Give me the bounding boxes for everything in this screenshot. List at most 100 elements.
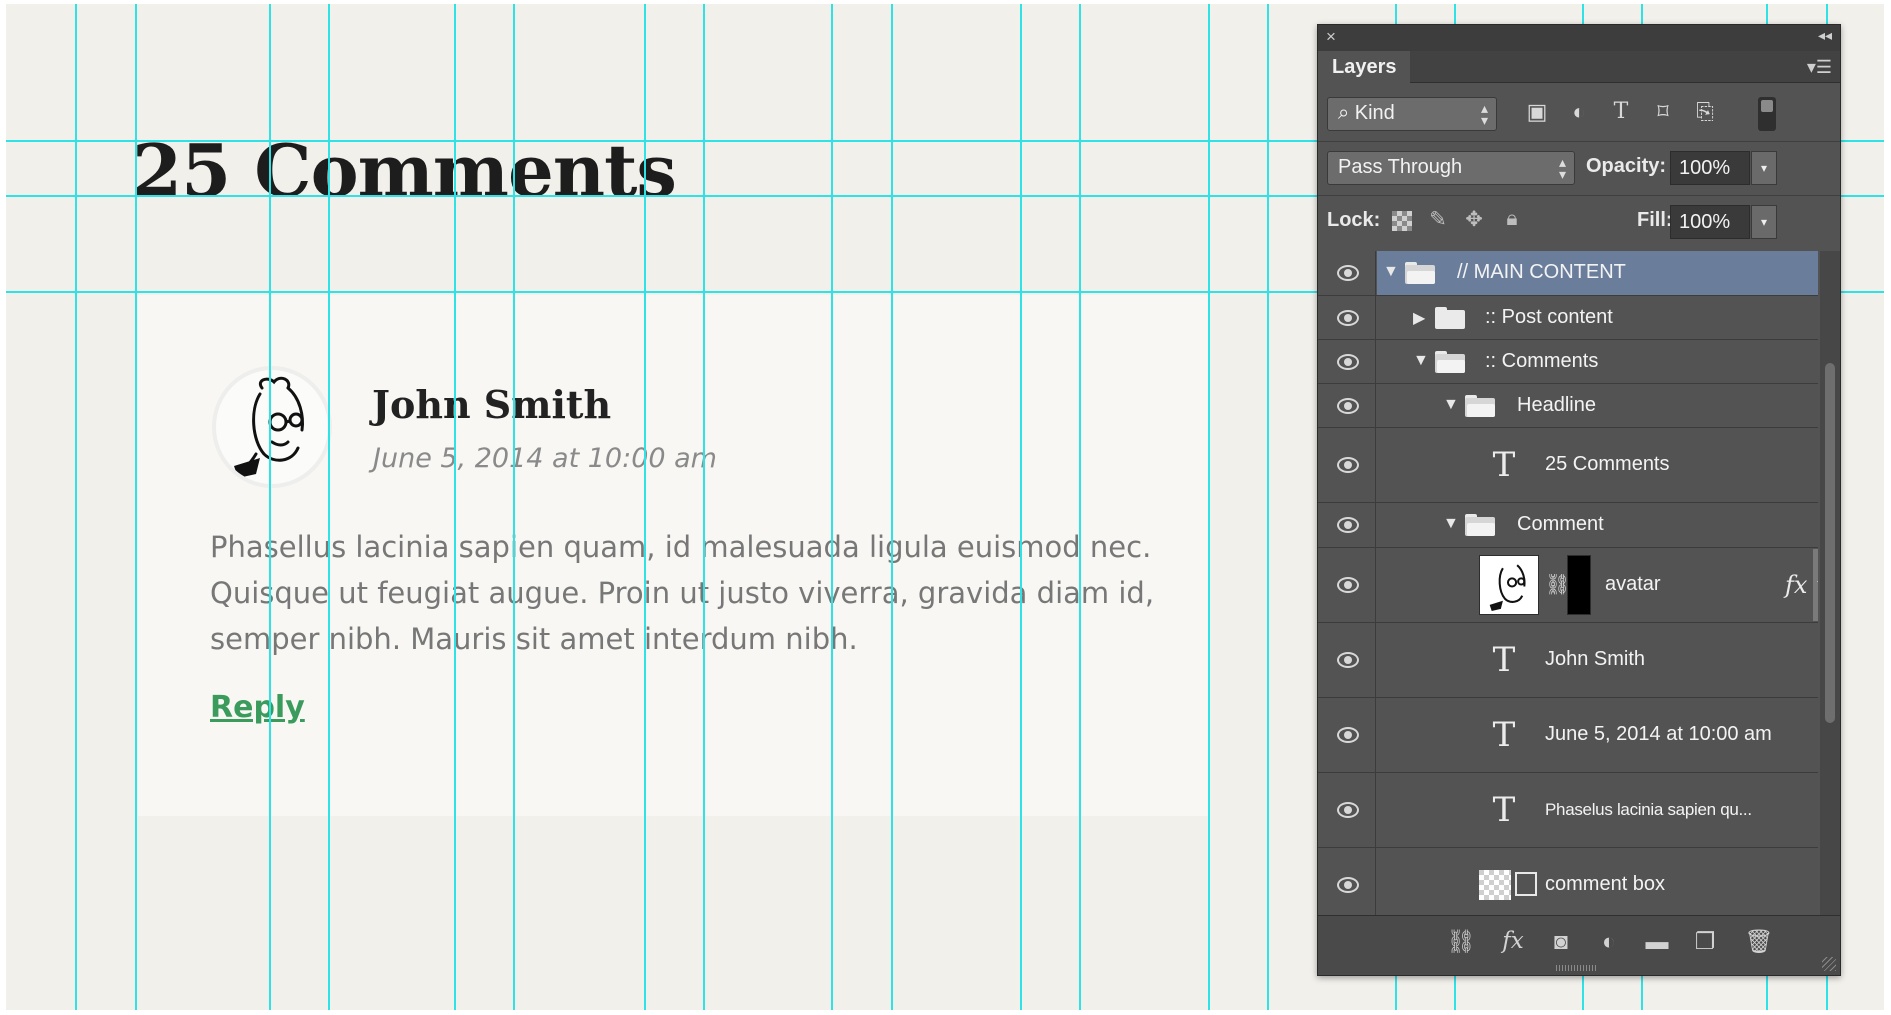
visibility-toggle[interactable] — [1318, 340, 1376, 383]
eye-icon — [1337, 577, 1359, 593]
layer-row-comment[interactable]: ▼ Comment — [1318, 503, 1818, 548]
layer-name-cell[interactable]: T June 5, 2014 at 10:00 am — [1377, 698, 1818, 772]
reply-link[interactable]: Reply — [210, 690, 305, 725]
vertical-guide[interactable] — [75, 4, 77, 1010]
eye-icon — [1337, 309, 1359, 326]
layer-row-main-content[interactable]: ▼ // MAIN CONTENT — [1318, 251, 1818, 296]
layer-name-cell[interactable]: T John Smith — [1377, 623, 1818, 697]
resize-corner-icon[interactable] — [1822, 957, 1836, 971]
kind-filter-select[interactable]: ⌕ Kind ▴ ▾ — [1327, 97, 1497, 131]
visibility-toggle[interactable] — [1318, 251, 1376, 295]
fill-input[interactable]: 100% — [1670, 205, 1750, 239]
shape-filter-icon[interactable]: ⌑ — [1646, 99, 1680, 131]
lock-all-icon[interactable]: 🔒︎ — [1498, 207, 1526, 235]
visibility-toggle[interactable] — [1318, 428, 1376, 502]
vertical-guide[interactable] — [513, 4, 515, 1010]
layers-panel[interactable]: × ◂◂ Layers ▾☰ ⌕ Kind ▴ ▾ ▣ ◐ T ⌑ ⎘ Pass … — [1317, 24, 1841, 976]
layer-name-cell[interactable]: ⛓ avatar fx — [1377, 548, 1818, 622]
layer-name-cell[interactable]: ▼ :: Comments — [1377, 340, 1818, 383]
expand-triangle-icon[interactable]: ▼ — [1413, 352, 1429, 370]
layer-row-avatar[interactable]: ⛓ avatar fx — [1318, 548, 1818, 623]
vertical-guide[interactable] — [703, 4, 705, 1010]
panel-tab-row: Layers ▾☰ — [1318, 51, 1840, 84]
new-adjustment-icon[interactable]: ◐ — [1592, 928, 1626, 958]
fill-dropdown-button[interactable]: ▾ — [1751, 205, 1777, 239]
new-layer-icon[interactable]: ❐ — [1688, 928, 1722, 958]
layer-row-date[interactable]: T June 5, 2014 at 10:00 am — [1318, 698, 1818, 773]
layer-name-cell[interactable]: ▼ Comment — [1377, 503, 1818, 547]
layer-row-comment-box[interactable]: comment box — [1318, 848, 1818, 915]
folder-open-icon — [1405, 262, 1435, 284]
visibility-toggle[interactable] — [1318, 773, 1376, 847]
panel-resize-grip[interactable] — [1556, 965, 1596, 971]
vertical-guide[interactable] — [891, 4, 893, 1010]
vertical-guide[interactable] — [1020, 4, 1022, 1010]
type-layer-icon: T — [1492, 790, 1516, 830]
type-filter-icon[interactable]: T — [1604, 99, 1638, 131]
lock-image-pixels-icon[interactable]: ✎ — [1424, 207, 1452, 235]
scrollbar-thumb[interactable] — [1825, 363, 1835, 723]
layer-name-cell[interactable]: T Phaselus lacinia sapien qu... — [1377, 773, 1818, 847]
lock-position-icon[interactable]: ✥ — [1460, 207, 1488, 235]
eye-icon — [1337, 652, 1359, 668]
layers-scrollbar[interactable] — [1820, 251, 1840, 915]
folder-open-icon — [1465, 514, 1495, 536]
vertical-guide[interactable] — [831, 4, 833, 1010]
vertical-guide[interactable] — [454, 4, 456, 1010]
vertical-guide[interactable] — [1208, 4, 1210, 1010]
visibility-toggle[interactable] — [1318, 848, 1376, 915]
visibility-toggle[interactable] — [1318, 623, 1376, 697]
blend-mode-select[interactable]: Pass Through ▴ ▾ — [1327, 151, 1575, 185]
expand-triangle-icon[interactable]: ▼ — [1443, 396, 1459, 414]
visibility-toggle[interactable] — [1318, 384, 1376, 427]
effects-expand-toggle[interactable] — [1813, 549, 1818, 621]
vertical-guide[interactable] — [1079, 4, 1081, 1010]
layer-name-cell[interactable]: comment box — [1377, 848, 1818, 915]
collapse-icon[interactable]: ◂◂ — [1818, 27, 1832, 44]
layer-name-cell[interactable]: ▼ Headline — [1377, 384, 1818, 427]
visibility-toggle[interactable] — [1318, 698, 1376, 772]
lock-transparent-pixels-icon[interactable] — [1388, 207, 1416, 235]
tab-layers[interactable]: Layers — [1318, 51, 1410, 84]
opacity-input[interactable]: 100% — [1670, 151, 1750, 185]
layer-mask-thumbnail[interactable] — [1567, 555, 1591, 615]
vertical-guide[interactable] — [269, 4, 271, 1010]
delete-layer-icon[interactable]: 🗑︎ — [1742, 928, 1776, 958]
layer-name-cell[interactable]: ▶ :: Post content — [1377, 296, 1818, 339]
expand-triangle-icon[interactable]: ▼ — [1443, 515, 1459, 533]
smart-object-filter-icon[interactable]: ⎘ — [1688, 99, 1722, 131]
visibility-toggle[interactable] — [1318, 296, 1376, 339]
layer-name-cell[interactable]: ▼ // MAIN CONTENT — [1377, 251, 1818, 295]
image-filter-icon[interactable]: ▣ — [1520, 99, 1554, 131]
collapse-triangle-icon[interactable]: ▶ — [1413, 308, 1425, 328]
layer-row-john-smith[interactable]: T John Smith — [1318, 623, 1818, 698]
new-group-icon[interactable]: ▬ — [1640, 928, 1674, 958]
vertical-guide[interactable] — [328, 4, 330, 1010]
layers-list[interactable]: ▼ // MAIN CONTENT ▶ :: Post content ▼ ::… — [1318, 251, 1818, 915]
panel-titlebar[interactable]: × ◂◂ — [1318, 25, 1840, 51]
add-style-icon[interactable]: fx — [1496, 928, 1530, 958]
link-layers-icon[interactable]: ⛓ — [1444, 928, 1478, 958]
layer-row-post-content[interactable]: ▶ :: Post content — [1318, 296, 1818, 340]
vertical-guide[interactable] — [135, 4, 137, 1010]
panel-menu-icon[interactable]: ▾☰ — [1807, 57, 1832, 78]
close-icon[interactable]: × — [1326, 27, 1336, 47]
layer-name-cell[interactable]: T 25 Comments — [1377, 428, 1818, 502]
filter-toggle[interactable] — [1758, 97, 1776, 131]
vertical-guide[interactable] — [1267, 4, 1269, 1010]
layer-row-headline[interactable]: ▼ Headline — [1318, 384, 1818, 428]
visibility-toggle[interactable] — [1318, 503, 1376, 547]
opacity-dropdown-button[interactable]: ▾ — [1751, 151, 1777, 185]
layer-row-body-text[interactable]: T Phaselus lacinia sapien qu... — [1318, 773, 1818, 848]
adjustment-filter-icon[interactable]: ◐ — [1562, 99, 1596, 131]
divider — [1318, 141, 1840, 142]
vertical-guide[interactable] — [644, 4, 646, 1010]
folder-open-icon — [1465, 394, 1495, 417]
layer-row-25-comments[interactable]: T 25 Comments — [1318, 428, 1818, 503]
visibility-toggle[interactable] — [1318, 548, 1376, 622]
layer-name: :: Post content — [1485, 305, 1613, 328]
expand-triangle-icon[interactable]: ▼ — [1383, 263, 1399, 281]
fx-icon[interactable]: fx — [1785, 571, 1807, 599]
layer-row-comments[interactable]: ▼ :: Comments — [1318, 340, 1818, 384]
add-mask-icon[interactable]: ◙ — [1544, 928, 1578, 958]
